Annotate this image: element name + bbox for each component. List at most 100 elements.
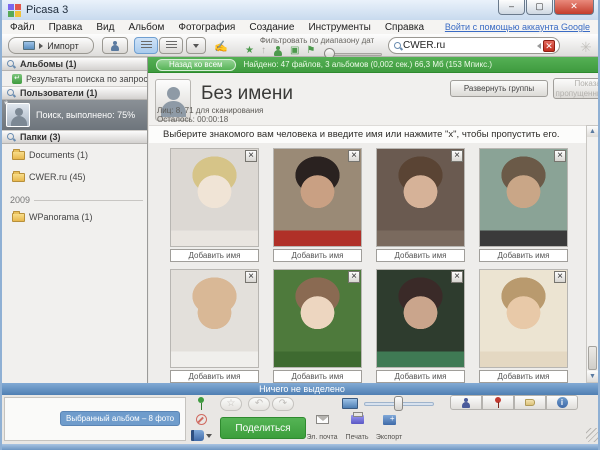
selection-status-bar: Ничего не выделено bbox=[2, 383, 600, 395]
flat-view-button[interactable] bbox=[134, 37, 158, 54]
add-name-input[interactable] bbox=[479, 370, 568, 383]
sidebar-item-unnamed-people[interactable]: * Поиск, выполнено: 75% bbox=[2, 100, 147, 130]
tray-tooltip: Выбранный альбом – 8 фото bbox=[60, 411, 180, 426]
face-photo-dark-hair-red-dress[interactable]: × bbox=[273, 148, 362, 247]
photo-tray[interactable]: Выбранный альбом – 8 фото bbox=[4, 397, 186, 441]
add-name-input[interactable] bbox=[273, 370, 362, 383]
minimize-button[interactable]: – bbox=[498, 0, 525, 15]
import-button[interactable]: Импорт bbox=[8, 37, 94, 54]
export-label: Экспорт bbox=[376, 434, 402, 441]
menu-photo[interactable]: Фотография bbox=[178, 22, 235, 33]
add-name-input[interactable] bbox=[376, 249, 465, 262]
tree-view-button[interactable] bbox=[159, 37, 183, 54]
add-person-button[interactable] bbox=[102, 37, 128, 54]
add-to-album-button[interactable] bbox=[188, 430, 214, 441]
filter-star-icon[interactable]: ★ bbox=[245, 46, 254, 56]
people-section-header[interactable]: Пользователи (1) bbox=[2, 86, 147, 100]
add-name-input[interactable] bbox=[170, 370, 259, 383]
skip-face-button[interactable]: × bbox=[451, 150, 463, 162]
menu-tools[interactable]: Инструменты bbox=[308, 22, 370, 33]
skip-face-button[interactable]: × bbox=[245, 150, 257, 162]
menu-view[interactable]: Вид bbox=[96, 22, 114, 33]
tags-panel-button[interactable] bbox=[514, 395, 546, 410]
menu-edit[interactable]: Правка bbox=[49, 22, 83, 33]
face-photo-profile-sunglasses[interactable]: × bbox=[479, 269, 568, 368]
filter-geotag-icon[interactable]: ⚑ bbox=[306, 46, 315, 56]
skip-face-button[interactable]: × bbox=[348, 150, 360, 162]
folders-section-header[interactable]: Папки (3) bbox=[2, 130, 147, 144]
faces-count-label: Лиц: 8, 71 для сканирования bbox=[157, 106, 263, 115]
resize-grip[interactable] bbox=[586, 428, 600, 442]
clear-tray-icon[interactable] bbox=[196, 414, 207, 425]
folder-icon bbox=[12, 213, 25, 222]
face-photo-woman-foliage[interactable]: × bbox=[273, 269, 362, 368]
arrow-left-icon bbox=[537, 43, 541, 49]
filter-faces-icon[interactable] bbox=[273, 46, 283, 56]
folder-label: WPanorama (1) bbox=[29, 212, 93, 222]
scrollbar-thumb[interactable] bbox=[588, 346, 597, 370]
skip-face-button[interactable]: × bbox=[554, 271, 566, 283]
folder-label: CWER.ru (45) bbox=[29, 172, 86, 182]
menu-help[interactable]: Справка bbox=[385, 22, 424, 33]
scroll-up-icon[interactable]: ▲ bbox=[587, 126, 598, 137]
clear-search-button[interactable]: ✕ bbox=[543, 40, 555, 52]
sidebar-item-wpanorama[interactable]: WPanorama (1) bbox=[2, 206, 147, 228]
email-button[interactable]: Эл. почта bbox=[305, 415, 339, 441]
menu-create[interactable]: Создание bbox=[249, 22, 294, 33]
tree-view-icon bbox=[166, 41, 177, 50]
skip-face-button[interactable]: × bbox=[451, 271, 463, 283]
skip-face-button[interactable]: × bbox=[245, 271, 257, 283]
add-name-input[interactable] bbox=[376, 370, 465, 383]
export-button[interactable]: Экспорт bbox=[372, 415, 406, 441]
star-photo-button[interactable]: ☆ bbox=[220, 397, 242, 411]
google-signin-link[interactable]: Войти с помощью аккаунта Google bbox=[445, 22, 590, 32]
zoom-slider-thumb[interactable] bbox=[394, 396, 403, 411]
rotate-right-button[interactable]: ↷ bbox=[272, 397, 294, 411]
hold-tray-pin-icon[interactable] bbox=[196, 397, 206, 410]
page-title: Без имени bbox=[201, 83, 293, 105]
filter-photos-icon[interactable]: ▣ bbox=[290, 46, 299, 56]
skip-face-button[interactable]: × bbox=[348, 271, 360, 283]
maximize-button[interactable]: ▢ bbox=[526, 0, 553, 15]
face-photo-brunette-bangs[interactable]: × bbox=[376, 148, 465, 247]
share-button[interactable]: Поделиться bbox=[220, 417, 306, 439]
close-button[interactable]: ✕ bbox=[554, 0, 594, 15]
properties-panel-button[interactable]: i bbox=[546, 395, 578, 410]
import-label: Импорт bbox=[47, 41, 78, 51]
menu-album[interactable]: Альбом bbox=[128, 22, 164, 33]
print-button[interactable]: Печать bbox=[340, 415, 374, 441]
rotate-left-button[interactable]: ↶ bbox=[248, 397, 270, 411]
vertical-scrollbar[interactable]: ▲ ▼ bbox=[586, 125, 599, 383]
face-card: × bbox=[376, 269, 465, 383]
face-card: × bbox=[170, 148, 259, 262]
skip-face-button[interactable]: × bbox=[554, 150, 566, 162]
sidebar-item-search-results[interactable]: ↵ Результаты поиска по запросу "... bbox=[2, 71, 147, 86]
back-to-all-button[interactable]: Назад ко всем bbox=[156, 59, 236, 71]
albums-section-header[interactable]: Альбомы (1) bbox=[2, 57, 147, 71]
photo-icon bbox=[23, 41, 35, 50]
face-photo-bald-man[interactable]: × bbox=[170, 269, 259, 368]
filter-upload-icon[interactable]: ↑ bbox=[261, 46, 266, 56]
search-input[interactable] bbox=[403, 40, 537, 51]
arrow-right-icon bbox=[39, 43, 43, 49]
people-panel-button[interactable] bbox=[450, 395, 482, 410]
date-filter-label: Фильтровать по диапазону дат bbox=[242, 36, 392, 45]
magnifier-icon bbox=[6, 132, 16, 142]
face-photo-bearded-man[interactable]: × bbox=[479, 148, 568, 247]
people-icon bbox=[461, 398, 471, 408]
view-options-dropdown[interactable] bbox=[186, 37, 206, 54]
scroll-down-icon[interactable]: ▼ bbox=[587, 371, 598, 382]
face-photo-blonde-short-hair[interactable]: × bbox=[170, 148, 259, 247]
expand-groups-button[interactable]: Развернуть группы bbox=[450, 80, 548, 97]
sidebar-item-documents[interactable]: Documents (1) bbox=[2, 144, 147, 166]
add-name-input[interactable] bbox=[273, 249, 362, 262]
face-photo-green-mask-woman[interactable]: × bbox=[376, 269, 465, 368]
places-panel-button[interactable] bbox=[482, 395, 514, 410]
menu-file[interactable]: Файл bbox=[10, 22, 35, 33]
upload-icon: ✍ bbox=[214, 40, 228, 53]
add-name-input[interactable] bbox=[170, 249, 259, 262]
add-name-input[interactable] bbox=[479, 249, 568, 262]
people-header-label: Пользователи (1) bbox=[20, 88, 97, 98]
sidebar-item-cwer[interactable]: CWER.ru (45) bbox=[2, 166, 147, 188]
instruction-text: Выберите знакомого вам человека и введит… bbox=[149, 125, 586, 143]
